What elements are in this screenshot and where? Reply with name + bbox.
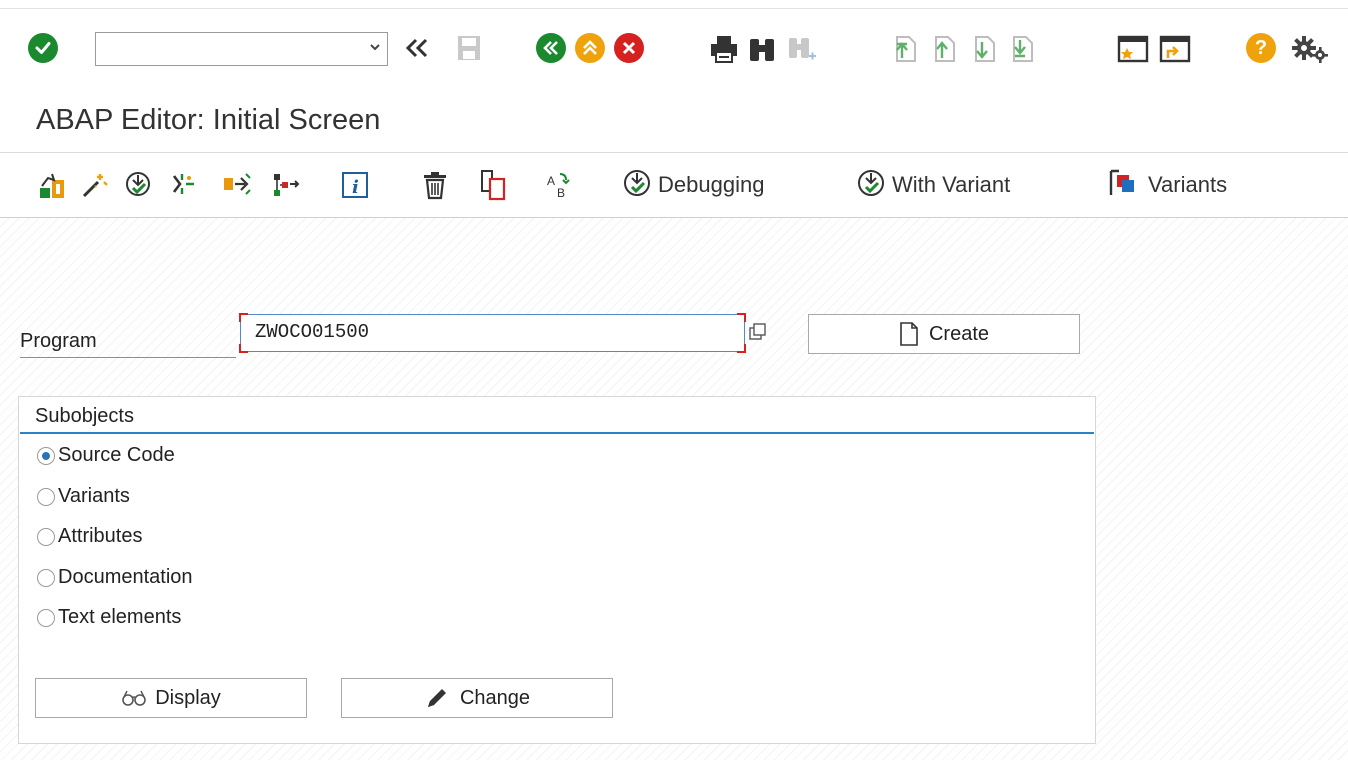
radio-label: Variants [58, 485, 130, 507]
system-toolbar: ? [0, 8, 1348, 89]
pencil-icon [424, 685, 450, 711]
print-icon[interactable] [708, 33, 740, 65]
application-toolbar: i AB Debugging With Variant Variants [0, 153, 1348, 218]
command-field[interactable] [95, 32, 388, 66]
cancel-icon[interactable] [614, 33, 644, 63]
radio-label: Attributes [58, 525, 143, 547]
radio-label: Text elements [58, 606, 182, 628]
settings-icon[interactable] [1290, 33, 1330, 65]
enter-icon[interactable] [28, 33, 58, 63]
debugging-label: Debugging [658, 172, 765, 197]
radio-attributes[interactable]: Attributes [37, 525, 142, 548]
find-next-icon[interactable] [786, 33, 818, 65]
first-page-icon[interactable] [887, 33, 919, 65]
program-field[interactable] [239, 313, 746, 353]
last-page-icon[interactable] [1004, 33, 1036, 65]
new-document-icon [899, 321, 919, 347]
where-used-icon[interactable] [166, 167, 196, 203]
glasses-icon [121, 689, 147, 707]
main-area: Program Create Subobjects Source Code Va… [0, 218, 1348, 760]
execute-icon[interactable] [124, 167, 154, 203]
chevron-down-icon[interactable] [369, 40, 381, 56]
change-label: Change [459, 686, 531, 709]
radio-button[interactable] [37, 446, 55, 465]
rename-icon[interactable]: AB [544, 167, 574, 203]
display-button[interactable]: Display [35, 678, 307, 718]
required-marker [239, 313, 248, 322]
radio-documentation[interactable]: Documentation [37, 566, 193, 589]
exit-icon[interactable] [575, 33, 605, 63]
insert-line-icon[interactable] [220, 167, 254, 203]
execute-with-variant-icon [856, 168, 886, 203]
find-icon[interactable] [746, 33, 778, 65]
other-object-icon[interactable] [36, 167, 70, 203]
radio-label: Source Code [58, 444, 175, 466]
with-variant-label: With Variant [892, 172, 1011, 197]
radio-label: Documentation [58, 566, 193, 588]
required-marker [737, 313, 746, 322]
debugging-button[interactable]: Debugging [622, 167, 764, 203]
create-button[interactable]: Create [808, 314, 1080, 354]
hierarchy-icon[interactable] [268, 167, 302, 203]
svg-text:i: i [352, 177, 359, 198]
radio-button[interactable] [37, 527, 55, 546]
create-label: Create [928, 322, 990, 345]
next-page-icon[interactable] [966, 33, 998, 65]
variants-button[interactable]: Variants [1108, 167, 1227, 203]
command-input[interactable] [100, 33, 354, 65]
required-marker [239, 344, 248, 353]
radio-variants[interactable]: Variants [37, 485, 130, 508]
title-bar: ABAP Editor: Initial Screen [0, 88, 1348, 153]
back-double-icon[interactable] [400, 33, 434, 63]
subobjects-group: Subobjects Source Code Variants Attribut… [18, 396, 1096, 744]
save-icon[interactable] [454, 33, 484, 63]
new-session-icon[interactable] [1116, 33, 1150, 65]
help-icon[interactable]: ? [1246, 33, 1276, 63]
radio-button[interactable] [37, 568, 55, 587]
radio-button[interactable] [37, 487, 55, 506]
variants-label: Variants [1148, 172, 1228, 197]
program-label: Program [20, 324, 236, 358]
previous-page-icon[interactable] [926, 33, 958, 65]
program-input[interactable] [253, 320, 727, 344]
copy-icon[interactable] [478, 167, 512, 203]
with-variant-button[interactable]: With Variant [856, 167, 1010, 203]
variants-icon [1108, 167, 1142, 204]
display-label: Display [155, 686, 221, 709]
svg-text:B: B [557, 186, 565, 200]
radio-source-code[interactable]: Source Code [37, 444, 175, 467]
back-icon[interactable] [536, 33, 566, 63]
group-divider [20, 432, 1094, 434]
debug-icon [622, 168, 652, 203]
delete-icon[interactable] [420, 167, 450, 203]
value-help-icon[interactable] [748, 322, 768, 342]
radio-button[interactable] [37, 608, 55, 627]
info-icon[interactable]: i [340, 167, 370, 203]
radio-text-elements[interactable]: Text elements [37, 606, 181, 629]
shortcut-icon[interactable] [1158, 33, 1192, 65]
subobjects-title: Subobjects [35, 405, 134, 427]
change-button[interactable]: Change [341, 678, 613, 718]
page-title: ABAP Editor: Initial Screen [36, 104, 381, 136]
required-marker [737, 344, 746, 353]
magic-wand-icon[interactable] [80, 167, 110, 203]
svg-text:A: A [547, 174, 555, 188]
